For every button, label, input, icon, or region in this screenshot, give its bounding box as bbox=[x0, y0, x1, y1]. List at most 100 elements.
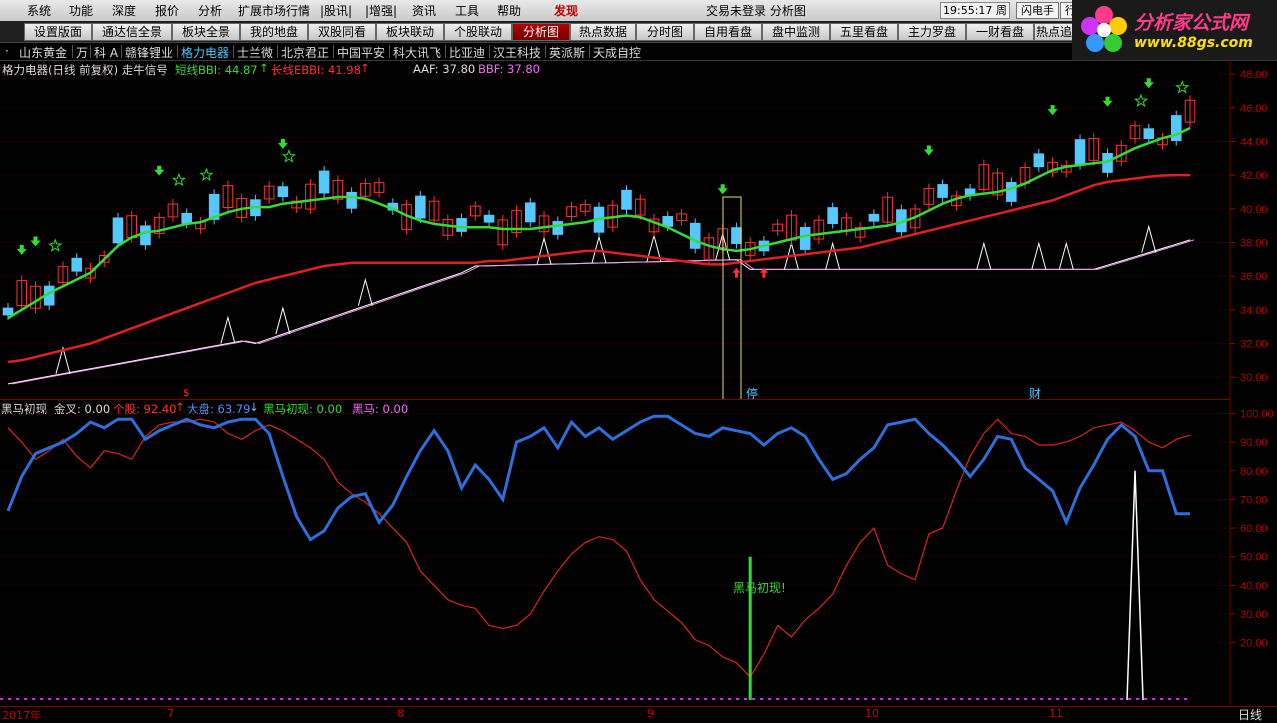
menu-depth[interactable]: 深度 bbox=[112, 2, 136, 19]
candle-body bbox=[827, 207, 838, 224]
candle-body bbox=[689, 222, 701, 249]
price-tick-label: 40.00 bbox=[1240, 204, 1268, 216]
tab-intraday-chart[interactable]: 分时图 bbox=[636, 23, 694, 41]
date-label: 7 bbox=[167, 707, 174, 720]
white-signal-path bbox=[7, 239, 1191, 385]
tab-wuli-watch[interactable]: 五里看盘 bbox=[830, 23, 898, 41]
price-tick-label: 36.00 bbox=[1240, 271, 1268, 283]
tab-yicai-watch[interactable]: 一财看盘 bbox=[966, 23, 1034, 41]
market-line bbox=[6, 414, 1190, 542]
date-label: 8 bbox=[397, 707, 404, 720]
menu-quote[interactable]: 报价 bbox=[155, 2, 179, 19]
buy-arrow-icon bbox=[16, 244, 27, 255]
window-title: 交易未登录 分析图 bbox=[706, 4, 806, 18]
tab-my-area[interactable]: 我的地盘 bbox=[240, 23, 308, 41]
flower-logo-icon bbox=[1081, 6, 1127, 52]
stock-item[interactable]: 汉王科技 bbox=[493, 44, 541, 61]
tab-sector-linkage[interactable]: 板块联动 bbox=[376, 23, 444, 41]
sell-arrow-icon bbox=[732, 267, 741, 278]
logo-url: www.88gs.com bbox=[1134, 35, 1253, 51]
stock-item[interactable]: 山东黄金 bbox=[19, 44, 67, 61]
star-icon bbox=[199, 167, 214, 182]
separator bbox=[445, 45, 446, 58]
tab-main-compass[interactable]: 主力罗盘 bbox=[898, 23, 966, 41]
signal-spike bbox=[825, 241, 841, 270]
star-icon bbox=[281, 149, 296, 163]
candle-body bbox=[346, 191, 357, 209]
signal-spike bbox=[220, 315, 236, 344]
candle-body bbox=[318, 170, 330, 194]
price-tick-label: 44.00 bbox=[1240, 136, 1268, 148]
pink-signal-path bbox=[11, 239, 1195, 385]
indicator-tick-label: 50.00 bbox=[1240, 552, 1268, 564]
flash-trade-button[interactable]: 闪电手 bbox=[1016, 2, 1059, 19]
date-label: 9 bbox=[647, 707, 654, 720]
stock-item[interactable]: 赣锋锂业 bbox=[125, 44, 173, 61]
menu-help[interactable]: 帮助 bbox=[497, 2, 521, 19]
stock-item[interactable]: 北京君正 bbox=[281, 44, 329, 61]
tab-sector-panorama[interactable]: 板块全景 bbox=[172, 23, 240, 41]
signal-spike bbox=[1031, 241, 1047, 270]
stock-item[interactable]: 万 bbox=[76, 44, 88, 61]
tab-hot-data[interactable]: 热点数据 bbox=[570, 23, 636, 41]
menu-analysis[interactable]: 分析 bbox=[198, 2, 222, 19]
separator bbox=[90, 45, 91, 58]
menu-system[interactable]: 系统 bbox=[27, 2, 51, 19]
indicator-tick-label: 90.00 bbox=[1240, 437, 1268, 449]
candle-body bbox=[140, 225, 151, 246]
stock-item[interactable]: 中国平安 bbox=[337, 44, 385, 61]
separator bbox=[177, 45, 178, 58]
tab-tdx-panorama[interactable]: 通达信全景 bbox=[92, 23, 172, 41]
menu-enhance[interactable]: |增强| bbox=[365, 2, 397, 19]
candle-body bbox=[937, 184, 948, 198]
stock-item[interactable]: 士兰微 bbox=[237, 44, 273, 61]
signal-spike bbox=[1141, 224, 1157, 253]
tab-intraday-monitor[interactable]: 盘中监测 bbox=[762, 23, 830, 41]
menu-tools[interactable]: 工具 bbox=[455, 2, 479, 19]
tab-self-watch[interactable]: 自用看盘 bbox=[694, 23, 762, 41]
signal-spike bbox=[976, 241, 992, 270]
candle-body bbox=[277, 186, 289, 198]
indicator-tick-label: 100.00 bbox=[1240, 408, 1274, 420]
candle-body bbox=[621, 189, 632, 210]
period-label[interactable]: 日线 bbox=[1238, 706, 1262, 723]
price-tick-label: 32.00 bbox=[1240, 338, 1268, 350]
stock-item[interactable]: 天成自控 bbox=[593, 44, 641, 61]
menu-stock-news[interactable]: |股讯| bbox=[320, 2, 352, 19]
indicator-lines bbox=[0, 414, 1191, 701]
buy-arrow-icon bbox=[1047, 105, 1058, 116]
stock-item[interactable]: 比亚迪 bbox=[449, 44, 485, 61]
candle-body bbox=[415, 195, 426, 219]
buy-arrow-icon bbox=[1102, 96, 1113, 107]
candle-body bbox=[1074, 139, 1086, 166]
tab-stock-linkage[interactable]: 个股联动 bbox=[444, 23, 512, 41]
menu-discover[interactable]: 发现 bbox=[554, 2, 578, 19]
stock-item[interactable]: 科大讯飞 bbox=[393, 44, 441, 61]
price-chart[interactable]: 48.00 46.00 44.00 42.00 40.00 38.00 36.00 34.00… bbox=[0, 60, 1277, 400]
candle-body bbox=[731, 227, 742, 245]
menu-info[interactable]: 资讯 bbox=[412, 2, 436, 19]
tab-analysis-chart[interactable]: 分析图 bbox=[512, 23, 570, 41]
tab-dual-stock[interactable]: 双股同看 bbox=[308, 23, 376, 41]
candle-body bbox=[112, 217, 124, 244]
indicator-tick-label: 20.00 bbox=[1240, 638, 1268, 650]
stock-item[interactable]: 英派斯 bbox=[549, 44, 585, 61]
indicator-tick-label: 40.00 bbox=[1240, 580, 1268, 592]
price-tick-label: 34.00 bbox=[1240, 305, 1268, 317]
clock: 19:55:17 周一 bbox=[940, 2, 1010, 33]
buy-arrow-icon bbox=[923, 145, 934, 156]
menu-function[interactable]: 功能 bbox=[69, 2, 93, 19]
candle-body bbox=[456, 218, 467, 232]
star-icon bbox=[1175, 80, 1190, 94]
stock-line bbox=[7, 418, 1191, 679]
date-axis bbox=[0, 706, 1277, 723]
stock-item-active[interactable]: 格力电器 bbox=[181, 44, 229, 61]
stock-item[interactable]: 科 A bbox=[94, 44, 118, 61]
menu-extended-market[interactable]: 扩展市场行情 bbox=[238, 2, 310, 19]
tab-hot-track[interactable]: 热点追 bbox=[1034, 23, 1074, 41]
logo-title: 分析家公式网 bbox=[1134, 12, 1249, 34]
indicator-tick-label: 60.00 bbox=[1240, 523, 1268, 535]
indicator-chart[interactable]: 100.00 90.00 80.00 70.00 60.00 50.00 40.00 30.0… bbox=[0, 400, 1277, 706]
signal-spike bbox=[275, 306, 291, 335]
tab-layout-settings[interactable]: 设置版面 bbox=[24, 23, 92, 41]
